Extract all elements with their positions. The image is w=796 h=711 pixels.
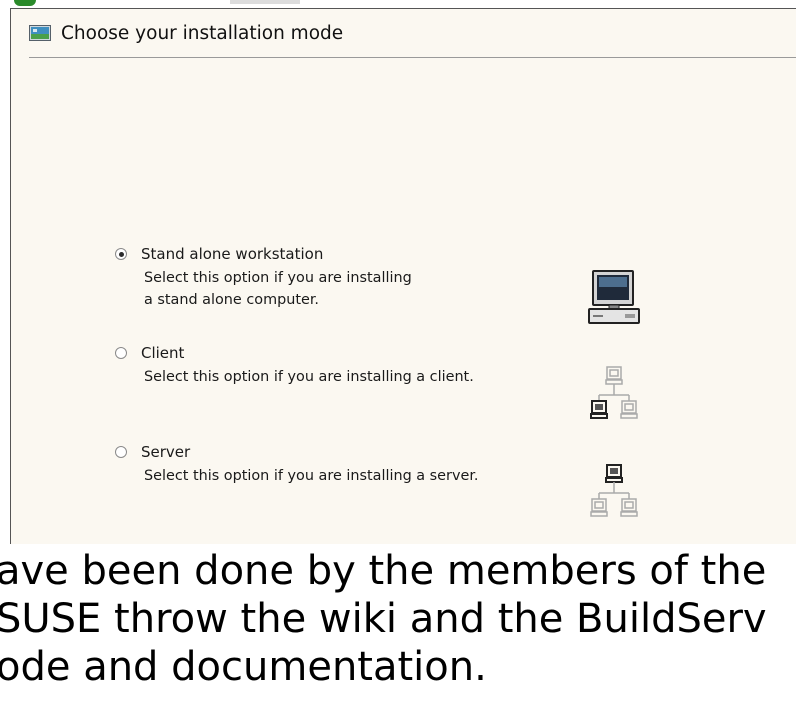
option-client-desc-line1: Select this option if you are installing… [144,369,474,385]
option-client-label[interactable]: Client [141,344,184,362]
dialog-header: Choose your installation mode [29,21,343,45]
radio-server[interactable] [115,446,127,458]
dialog-title: Choose your installation mode [61,22,344,44]
option-standalone-label[interactable]: Stand alone workstation [141,245,323,263]
option-server-label[interactable]: Server [141,443,190,461]
network-client-icon [590,366,638,419]
article-text-line3: ode and documentation. [0,644,487,690]
radio-standalone[interactable] [115,248,127,260]
window-tab-stub [14,0,36,6]
standalone-computer-icon [588,270,640,324]
article-text-line1: ave been done by the members of the [0,548,767,594]
article-text-line2: SUSE throw the wiki and the BuildServ [0,596,767,642]
network-server-icon [590,464,638,517]
radio-client[interactable] [115,347,127,359]
option-standalone-desc-line1: Select this option if you are installing [144,270,412,286]
title-divider [29,57,796,58]
option-server-desc-line1: Select this option if you are installing… [144,468,479,484]
monitor-installer-icon [29,25,51,41]
installer-dialog: Choose your installation mode Stand alon… [10,8,796,544]
option-standalone-desc-line2: a stand alone computer. [144,292,320,308]
window-tab-stub-2 [230,0,300,4]
